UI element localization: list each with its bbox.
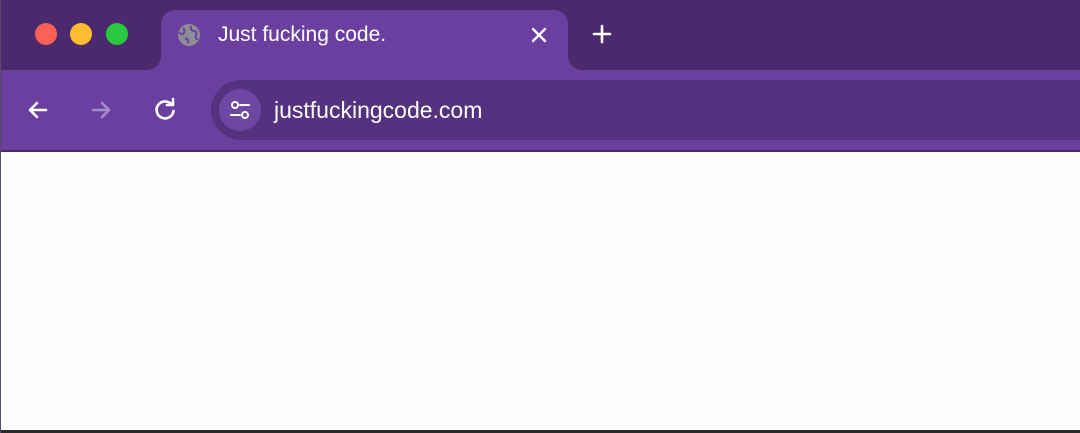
zoom-window-button[interactable]	[106, 23, 128, 45]
title-bar: Just fucking code.	[1, 0, 1080, 70]
browser-window: Just fucking code. justfuckingcode.com	[0, 0, 1080, 433]
arrow-right-icon[interactable]	[87, 96, 115, 124]
close-window-button[interactable]	[35, 23, 57, 45]
page-content	[1, 152, 1080, 431]
tune-icon	[230, 101, 250, 119]
url-text[interactable]: justfuckingcode.com	[274, 96, 482, 124]
site-info-button[interactable]	[219, 89, 261, 131]
globe-icon	[178, 24, 200, 46]
active-tab[interactable]: Just fucking code.	[161, 10, 568, 70]
reload-icon[interactable]	[151, 96, 179, 124]
minimize-window-button[interactable]	[70, 23, 92, 45]
address-bar[interactable]: justfuckingcode.com	[211, 80, 1080, 140]
close-icon[interactable]	[527, 23, 551, 47]
tab-title: Just fucking code.	[218, 23, 387, 46]
plus-icon[interactable]	[590, 22, 614, 46]
toolbar: justfuckingcode.com	[1, 70, 1080, 150]
arrow-left-icon[interactable]	[24, 96, 52, 124]
